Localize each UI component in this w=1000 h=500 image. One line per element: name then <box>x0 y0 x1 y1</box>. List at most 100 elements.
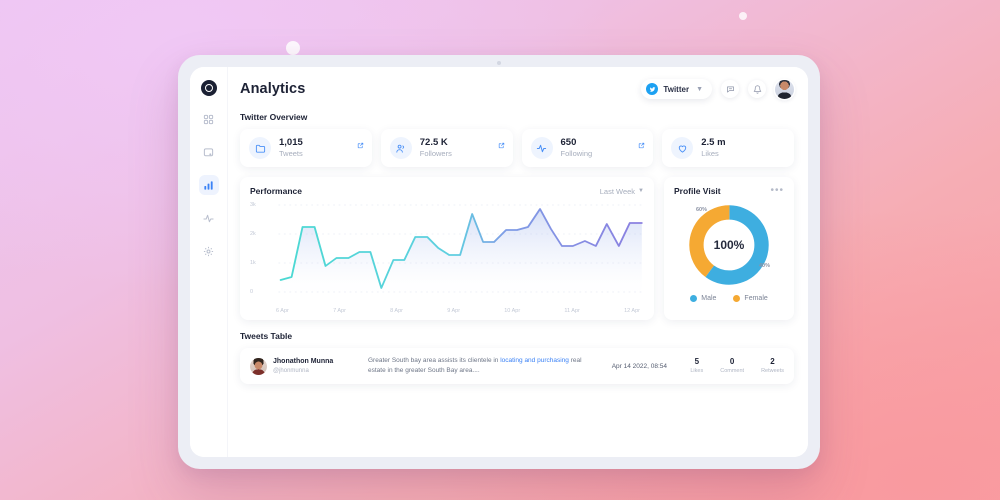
y-tick-label: 2k <box>250 231 256 237</box>
y-tick-label: 3k <box>250 202 256 208</box>
profile-visit-header: Profile Visit ••• <box>674 186 784 197</box>
x-tick-label: 7 Apr <box>333 308 346 314</box>
stat-label: Likes <box>701 149 719 159</box>
tweet-stat-likes: 5 Likes <box>690 357 703 375</box>
twitter-icon <box>646 83 659 95</box>
stat-value: 72.5 K <box>419 137 448 149</box>
y-tick-label: 0 <box>250 289 254 295</box>
people-icon <box>389 137 412 159</box>
tablet-mockup: Analytics Twitter ▼ Twitter Overview 1,0… <box>178 55 820 469</box>
decor-bubble-small <box>739 12 747 20</box>
performance-header: Performance Last Week ▼ <box>250 186 644 196</box>
legend-item-female: Female <box>733 295 768 302</box>
profile-visit-title: Profile Visit <box>674 186 721 196</box>
stat-value: 1,015 <box>279 137 303 149</box>
performance-card: Performance Last Week ▼ 3k 2k 1k 0 6 Apr… <box>240 177 654 320</box>
logo-ring <box>204 84 213 92</box>
tweet-stat-count: 2 <box>770 357 775 367</box>
x-tick-label: 6 Apr <box>276 308 289 314</box>
stat-card-tweets[interactable]: 1,015 Tweets <box>240 129 372 167</box>
activity-icon <box>530 137 553 159</box>
stat-card-followers[interactable]: 72.5 K Followers <box>380 129 513 167</box>
tablet-camera <box>497 61 501 65</box>
source-selector-label: Twitter <box>663 84 690 94</box>
x-tick-label: 9 Apr <box>447 308 461 314</box>
stat-value: 2.5 m <box>701 137 726 149</box>
donut-male-percent: 60% <box>696 207 708 213</box>
range-selector[interactable]: Last Week ▼ <box>600 187 644 196</box>
donut-center-label: 100% <box>713 237 745 252</box>
tweets-table-title: Tweets Table <box>240 331 293 341</box>
performance-chart: 3k 2k 1k 0 <box>250 201 644 306</box>
sidebar-item-dashboard[interactable] <box>199 109 219 129</box>
legend-swatch-male <box>690 295 698 302</box>
tweet-stat-count: 0 <box>729 357 735 367</box>
legend-label: Female <box>744 295 768 302</box>
external-link-icon[interactable] <box>638 136 645 154</box>
folder-icon <box>249 137 271 159</box>
user-avatar[interactable] <box>775 79 794 99</box>
tweet-author-handle: @jhonmunna <box>273 367 309 374</box>
external-link-icon[interactable] <box>498 136 505 154</box>
tweet-date: Apr 14 2022, 08:54 <box>611 362 668 370</box>
tweet-stats: 5 Likes 0 Comment 2 Retweets <box>690 357 784 375</box>
stat-card-likes[interactable]: 2.5 m Likes <box>662 129 794 167</box>
more-dots-icon[interactable]: ••• <box>770 186 784 196</box>
tweet-text-before: Greater South bay area assists its clien… <box>368 357 501 364</box>
tweet-author-avatar <box>250 357 267 375</box>
top-bar: Analytics Twitter ▼ <box>240 79 794 99</box>
decor-bubble-large <box>286 41 300 55</box>
sidebar-item-analytics[interactable] <box>198 175 219 195</box>
x-tick-label: 10 Apr <box>504 308 521 314</box>
performance-title: Performance <box>250 186 302 196</box>
chevron-down-icon: ▼ <box>638 188 644 194</box>
profile-visit-donut: 100% 60% 40% <box>674 198 784 291</box>
chevron-down-icon: ▼ <box>696 85 703 93</box>
stat-value: 650 <box>560 137 577 149</box>
stat-label: Tweets <box>279 149 303 159</box>
x-tick-label: 11 Apr <box>564 308 580 314</box>
page-title: Analytics <box>240 81 306 97</box>
stat-card-following[interactable]: 650 Following <box>521 129 654 167</box>
sidebar-item-activity[interactable] <box>199 208 219 228</box>
range-selector-label: Last Week <box>599 186 636 196</box>
tweet-stat-label: Likes <box>690 367 704 374</box>
tweet-stat-retweets: 2 Retweets <box>761 357 784 375</box>
tweet-author: Jhonathon Munna @jhonmunna <box>250 357 358 375</box>
legend-item-male: Male <box>690 295 716 302</box>
main-content: Analytics Twitter ▼ Twitter Overview 1,0… <box>228 67 808 457</box>
performance-chart-svg <box>278 204 643 299</box>
heart-icon <box>671 137 694 159</box>
message-icon[interactable] <box>721 80 739 98</box>
tweet-stat-label: Comment <box>720 367 745 374</box>
tweet-author-name: Jhonathon Munna <box>273 358 334 366</box>
stat-label: Followers <box>419 149 452 159</box>
donut-female-percent: 40% <box>758 263 770 269</box>
profile-visit-card: Profile Visit ••• 100% 60% 40% Male Fema… <box>664 177 794 320</box>
stat-label: Following <box>560 149 593 159</box>
tweet-text: Greater South bay area assists its clien… <box>368 356 588 376</box>
bell-icon[interactable] <box>748 80 766 98</box>
sidebar-item-settings[interactable] <box>199 241 219 261</box>
sidebar-item-messages[interactable] <box>199 142 219 162</box>
tweet-stat-count: 5 <box>694 357 700 367</box>
external-link-icon[interactable] <box>357 136 364 154</box>
panels-row: Performance Last Week ▼ 3k 2k 1k 0 6 Apr… <box>240 177 794 320</box>
sidebar <box>190 67 228 457</box>
overview-label: Twitter Overview <box>240 112 308 122</box>
source-selector[interactable]: Twitter ▼ <box>641 79 712 99</box>
x-tick-label: 12 Apr <box>624 308 640 314</box>
legend-swatch-female <box>733 295 741 302</box>
table-row[interactable]: Jhonathon Munna @jhonmunna Greater South… <box>240 348 794 385</box>
tweet-stat-comments: 0 Comment <box>720 357 744 375</box>
tweet-stat-label: Retweets <box>761 367 784 374</box>
tweet-text-link[interactable]: locating and purchasing <box>500 357 569 364</box>
performance-x-axis: 6 Apr 7 Apr 8 Apr 9 Apr 10 Apr 11 Apr 12… <box>250 306 644 314</box>
legend-label: Male <box>701 295 717 302</box>
donut-legend: Male Female <box>674 295 784 302</box>
x-tick-label: 8 Apr <box>390 308 403 314</box>
top-bar-actions: Twitter ▼ <box>641 79 794 99</box>
stat-cards: 1,015 Tweets 72.5 K Followers 650 Follow… <box>240 129 794 167</box>
app-screen: Analytics Twitter ▼ Twitter Overview 1,0… <box>190 67 808 457</box>
app-logo-icon[interactable] <box>200 80 217 96</box>
